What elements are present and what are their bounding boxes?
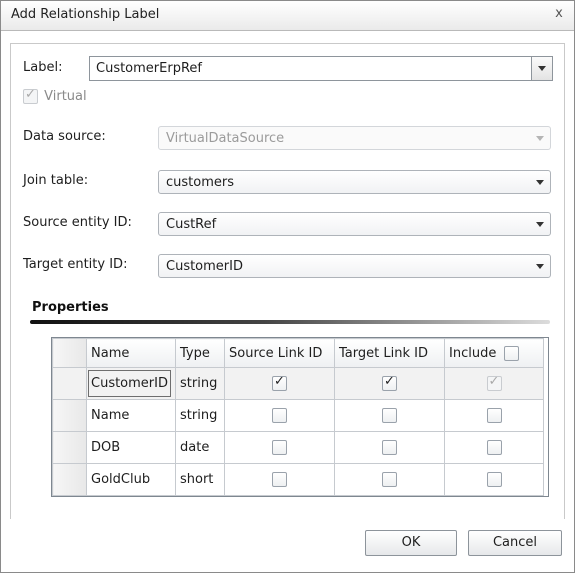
row-header[interactable]	[52, 399, 87, 432]
name-cell[interactable]: GoldClub	[86, 463, 176, 496]
source-link-checkbox[interactable]	[272, 440, 287, 455]
grid-header-row: Name Type Source Link ID Target Link ID …	[52, 338, 544, 368]
column-header-type[interactable]: Type	[175, 338, 225, 368]
name-value: DOB	[91, 440, 121, 455]
source-link-cell[interactable]: ✓	[224, 367, 335, 400]
table-row[interactable]: GoldClub short	[52, 463, 544, 496]
row-header[interactable]	[52, 463, 87, 496]
target-link-cell[interactable]	[334, 399, 445, 432]
virtual-checkbox-row[interactable]: ✓ Virtual	[23, 87, 87, 104]
dialog-title: Add Relationship Label	[11, 7, 160, 22]
source-link-cell[interactable]	[224, 399, 335, 432]
join-table-caption: Join table:	[23, 173, 89, 188]
check-icon: ✓	[384, 374, 395, 389]
name-cell[interactable]: DOB	[86, 431, 176, 464]
check-icon: ✓	[488, 374, 500, 389]
source-link-checkbox[interactable]	[272, 408, 287, 423]
include-checkbox[interactable]: ✓	[486, 374, 502, 391]
column-header-name[interactable]: Name	[86, 338, 176, 368]
type-cell[interactable]: date	[175, 431, 225, 464]
join-table-value: customers	[166, 175, 234, 190]
name-cell[interactable]: Name	[86, 399, 176, 432]
row-header[interactable]	[52, 367, 87, 400]
row-header-corner	[52, 338, 87, 368]
target-entity-caption: Target entity ID:	[23, 257, 128, 272]
source-link-cell[interactable]	[224, 431, 335, 464]
label-combobox[interactable]: CustomerErpRef	[89, 56, 553, 81]
include-cell[interactable]	[444, 431, 544, 464]
source-entity-combobox[interactable]: CustRef	[158, 212, 551, 236]
column-header-source-link[interactable]: Source Link ID	[224, 338, 335, 368]
data-source-value: VirtualDataSource	[166, 131, 285, 146]
source-entity-value: CustRef	[166, 217, 217, 232]
target-link-cell[interactable]: ✓	[334, 367, 445, 400]
title-bar[interactable]: Add Relationship Label x	[1, 1, 574, 31]
type-cell[interactable]: short	[175, 463, 225, 496]
target-link-checkbox[interactable]	[382, 440, 397, 455]
source-link-checkbox[interactable]	[272, 472, 287, 487]
include-all-checkbox[interactable]	[504, 345, 520, 361]
include-checkbox[interactable]	[486, 472, 502, 487]
label-dropdown-button[interactable]	[531, 57, 552, 80]
target-link-cell[interactable]	[334, 463, 445, 496]
include-checkbox[interactable]	[486, 408, 502, 423]
source-link-checkbox[interactable]: ✓	[272, 374, 287, 391]
chevron-down-icon	[536, 222, 544, 227]
target-link-checkbox[interactable]	[382, 472, 397, 487]
include-cell[interactable]	[444, 399, 544, 432]
properties-table: Name Type Source Link ID Target Link ID …	[52, 338, 544, 496]
target-link-checkbox[interactable]: ✓	[382, 374, 397, 391]
name-value: CustomerID	[88, 370, 171, 397]
source-link-cell[interactable]	[224, 463, 335, 496]
virtual-checkbox[interactable]: ✓	[23, 87, 38, 104]
data-source-combobox: VirtualDataSource	[158, 126, 551, 150]
chevron-down-icon	[536, 264, 544, 269]
name-value: Name	[91, 408, 130, 423]
check-icon: ✓	[274, 374, 285, 389]
target-link-checkbox[interactable]	[382, 408, 397, 423]
ok-button[interactable]: OK	[365, 530, 457, 556]
table-row[interactable]: Name string	[52, 399, 544, 432]
column-header-include[interactable]: Include	[444, 338, 544, 368]
properties-grid[interactable]: Name Type Source Link ID Target Link ID …	[51, 337, 549, 497]
include-cell[interactable]: ✓	[444, 367, 544, 400]
target-entity-value: CustomerID	[166, 259, 243, 274]
chevron-down-icon	[536, 180, 544, 185]
source-entity-caption: Source entity ID:	[23, 215, 132, 230]
name-cell[interactable]: CustomerID	[86, 367, 176, 400]
chevron-down-icon	[536, 136, 544, 141]
row-header[interactable]	[52, 431, 87, 464]
table-row[interactable]: DOB date	[52, 431, 544, 464]
virtual-label: Virtual	[44, 89, 87, 104]
properties-heading: Properties	[32, 300, 109, 315]
add-relationship-label-dialog: Add Relationship Label x Label: Customer…	[0, 0, 575, 573]
column-header-target-link[interactable]: Target Link ID	[334, 338, 445, 368]
include-checkbox[interactable]	[486, 440, 502, 455]
include-header-label: Include	[449, 345, 497, 361]
section-divider	[30, 320, 550, 324]
dialog-footer: OK Cancel	[1, 519, 574, 572]
type-cell[interactable]: string	[175, 399, 225, 432]
join-table-combobox[interactable]: customers	[158, 170, 551, 194]
table-row[interactable]: CustomerID string ✓ ✓ ✓	[52, 367, 544, 400]
name-value: GoldClub	[91, 472, 151, 487]
check-icon: ✓	[25, 87, 36, 102]
close-icon[interactable]: x	[550, 5, 568, 23]
include-cell[interactable]	[444, 463, 544, 496]
label-caption: Label:	[23, 60, 63, 75]
target-entity-combobox[interactable]: CustomerID	[158, 254, 551, 278]
cancel-button[interactable]: Cancel	[468, 530, 562, 556]
dialog-body: Label: CustomerErpRef ✓ Virtual Data sou…	[10, 43, 565, 521]
label-value[interactable]: CustomerErpRef	[96, 61, 202, 76]
target-link-cell[interactable]	[334, 431, 445, 464]
chevron-down-icon	[538, 66, 546, 71]
data-source-caption: Data source:	[23, 129, 106, 144]
type-cell[interactable]: string	[175, 367, 225, 400]
